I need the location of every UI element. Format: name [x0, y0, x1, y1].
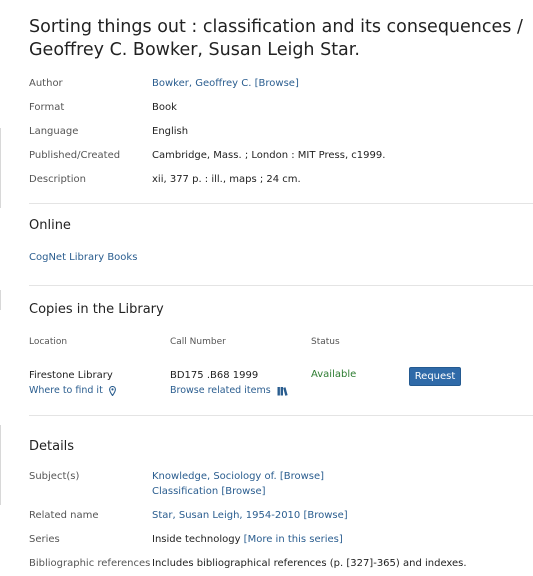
left-edge-line	[0, 128, 1, 208]
browse-related-label: Browse related items	[170, 385, 271, 396]
record-title: Sorting things out : classification and …	[29, 17, 523, 60]
books-icon	[277, 386, 288, 396]
divider	[29, 203, 533, 204]
author-label: Author	[29, 78, 63, 89]
copies-heading: Copies in the Library	[29, 302, 164, 317]
left-edge-line	[0, 425, 1, 505]
call-number-column-header: Call Number	[170, 337, 226, 347]
published-value: Cambridge, Mass. ; London : MIT Press, c…	[152, 150, 386, 161]
divider	[29, 285, 533, 286]
location-column-header: Location	[29, 337, 68, 347]
related-name-label: Related name	[29, 510, 99, 521]
subject-link[interactable]: Classification	[152, 486, 218, 497]
details-heading: Details	[29, 439, 75, 454]
location-value: Firestone Library	[29, 370, 113, 381]
status-available: Available	[311, 369, 357, 380]
divider	[29, 415, 533, 416]
call-number-value: BD175 .B68 1999	[170, 370, 259, 381]
description-label: Description	[29, 174, 86, 185]
author-browse-link[interactable]: [Browse]	[255, 78, 299, 89]
published-label: Published/Created	[29, 150, 121, 161]
online-heading: Online	[29, 218, 71, 233]
subject-browse-link[interactable]: [Browse]	[221, 486, 265, 497]
series-value: Inside technology	[152, 534, 241, 545]
series-label: Series	[29, 534, 60, 545]
left-edge-line	[0, 290, 1, 310]
request-button[interactable]: Request	[409, 367, 461, 386]
format-label: Format	[29, 102, 65, 113]
language-value: English	[152, 126, 189, 137]
where-to-find-link[interactable]: Where to find it	[29, 385, 116, 396]
related-name-browse-link[interactable]: [Browse]	[303, 510, 347, 521]
browse-related-link[interactable]: Browse related items	[170, 385, 289, 396]
subject-browse-link[interactable]: [Browse]	[280, 471, 324, 482]
more-in-series-link[interactable]: [More in this series]	[244, 534, 343, 545]
related-name-link[interactable]: Star, Susan Leigh, 1954-2010	[152, 510, 300, 521]
where-to-find-label: Where to find it	[29, 385, 103, 396]
language-label: Language	[29, 126, 79, 137]
author-link[interactable]: Bowker, Geoffrey C.	[152, 78, 251, 89]
bibliographic-label: Bibliographic references	[29, 558, 151, 569]
description-value: xii, 377 p. : ill., maps ; 24 cm.	[152, 174, 301, 185]
cognet-link[interactable]: CogNet Library Books	[29, 251, 137, 265]
subject-link[interactable]: Knowledge, Sociology of.	[152, 471, 277, 482]
status-column-header: Status	[311, 337, 340, 347]
format-value: Book	[152, 102, 177, 113]
map-marker-icon	[108, 385, 116, 396]
subjects-label: Subject(s)	[29, 471, 80, 482]
bibliographic-value: Includes bibliographical references (p. …	[152, 558, 467, 569]
